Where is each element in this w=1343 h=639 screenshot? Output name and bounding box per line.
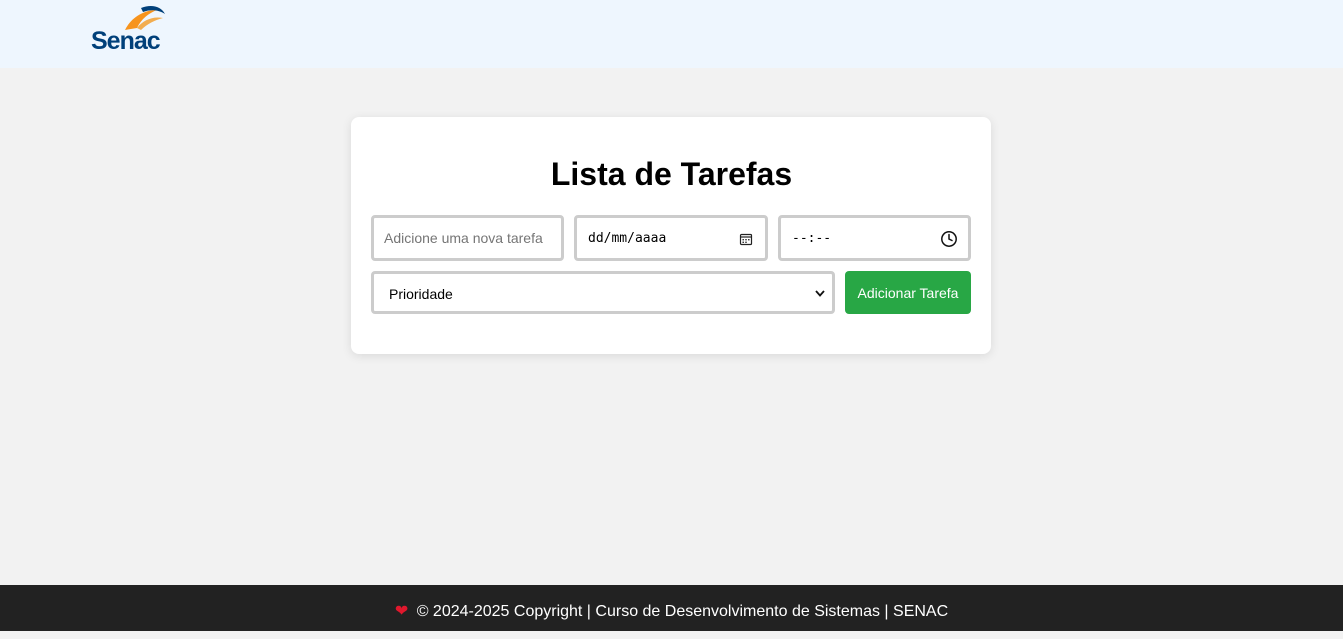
site-footer: ❤ © 2024-2025 Copyright | Curso de Desen… [0,585,1343,631]
logo-text: Senac [91,27,161,55]
clock-icon[interactable] [940,230,958,248]
priority-selected-value: Prioridade [389,286,453,302]
time-placeholder: --:-- [792,231,832,246]
priority-select[interactable]: Prioridade [371,271,835,314]
footer-text: © 2024-2025 Copyright | Curso de Desenvo… [416,603,949,620]
date-input[interactable]: dd/mm/aaaa [574,215,768,261]
task-input[interactable] [371,215,564,261]
date-placeholder: dd/mm/aaaa [588,231,667,246]
calendar-icon[interactable] [739,232,753,246]
time-input[interactable]: --:-- [778,215,971,261]
senac-logo[interactable]: Senac [91,4,175,56]
page-title: Lista de Tarefas [550,156,793,192]
add-task-button[interactable]: Adicionar Tarefa [845,271,971,314]
chevron-down-icon [815,290,825,297]
site-header: Senac [0,0,1343,68]
